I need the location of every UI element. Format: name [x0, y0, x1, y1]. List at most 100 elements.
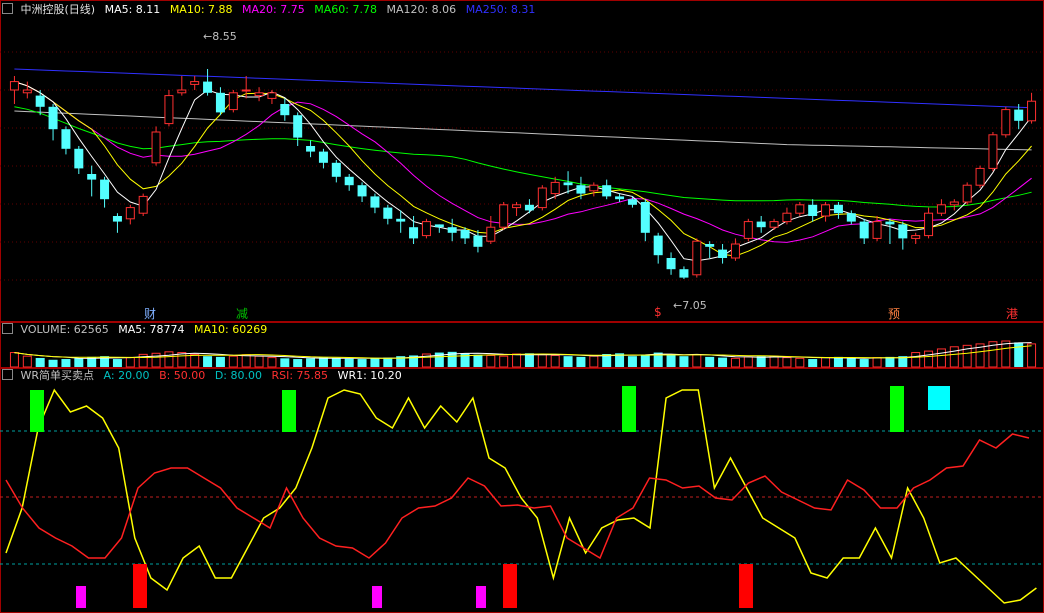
candle-body	[821, 204, 831, 217]
candle-body	[859, 221, 869, 239]
volume-bar	[924, 350, 934, 368]
panel-toggle-icon[interactable]	[2, 3, 13, 14]
minor-signal-block	[372, 586, 382, 608]
volume-bar	[756, 356, 766, 367]
signal-block	[928, 386, 950, 410]
candle-body	[460, 230, 470, 239]
volume-bar	[125, 357, 135, 368]
volume-bar	[885, 356, 895, 367]
candle-body	[898, 224, 908, 239]
sell-signal-block	[503, 564, 517, 608]
candle-body	[936, 204, 946, 214]
event-marker-jian[interactable]: 减	[236, 305, 248, 322]
volume-bar	[627, 356, 637, 367]
event-marker-cai[interactable]: 财	[144, 305, 156, 322]
volume-bar	[524, 353, 534, 367]
candle-body	[293, 115, 303, 138]
candle-body	[100, 179, 110, 200]
volume-bar	[473, 354, 483, 367]
volume-bar	[949, 346, 959, 368]
vol-ma10-label: MA10: 60269	[193, 323, 268, 336]
volume-bar	[486, 354, 496, 368]
candle-body	[975, 167, 985, 186]
event-marker-gang[interactable]: 港	[1006, 305, 1018, 322]
volume-bar	[589, 355, 599, 368]
price-panel[interactable]: 中洲控股(日线) MA5: 8.11 MA10: 7.88 MA20: 7.75…	[0, 0, 1044, 322]
wr-a-label: A: 20.00	[103, 369, 150, 382]
wr1-label: WR1: 10.20	[337, 369, 402, 382]
volume-bar	[537, 354, 547, 368]
volume-bar	[808, 359, 818, 367]
candle-body	[473, 235, 483, 247]
volume-bar	[666, 354, 676, 367]
candle-body	[177, 89, 187, 94]
wr-panel[interactable]: WR简单买卖点 A: 20.00 B: 50.00 D: 80.00 RSI: …	[0, 368, 1044, 613]
volume-bar	[318, 357, 328, 367]
wr-b-label: B: 50.00	[159, 369, 206, 382]
volume-bar	[344, 358, 354, 367]
candle-body	[1027, 100, 1037, 122]
candle-body	[924, 212, 934, 237]
volume-panel[interactable]: VOLUME: 62565 MA5: 78774 MA10: 60269	[0, 322, 1044, 368]
volume-bar	[705, 356, 715, 367]
candle-body	[666, 258, 676, 270]
wr-title: WR简单买卖点	[20, 369, 95, 382]
volume-bar	[911, 352, 921, 368]
ma10-label: MA10: 7.88	[169, 3, 233, 16]
candle-body	[164, 95, 174, 125]
candle-body	[550, 181, 560, 195]
wr1-line	[5, 388, 1037, 604]
wr-chart[interactable]	[0, 368, 1044, 613]
candle-body	[22, 89, 32, 94]
volume-bar	[254, 355, 264, 368]
candle-body	[1014, 109, 1024, 121]
candle-body	[409, 227, 419, 239]
event-marker-yu[interactable]: 预	[888, 305, 900, 322]
candle-body	[383, 207, 393, 219]
wr-toggle-icon[interactable]	[2, 369, 13, 380]
candle-body	[87, 174, 97, 180]
volume-bar	[821, 357, 831, 368]
candle-body	[9, 81, 19, 91]
candle-body	[447, 227, 457, 233]
candle-body	[962, 184, 972, 203]
candle-body	[486, 226, 496, 242]
candle-body	[692, 240, 702, 276]
wr-panel-border	[0, 368, 1044, 613]
volume-label: VOLUME: 62565	[20, 323, 109, 336]
candle-body	[125, 207, 135, 220]
volume-bar	[679, 356, 689, 367]
volume-bar	[35, 357, 45, 367]
volume-bar	[370, 358, 380, 367]
candle-body	[241, 89, 251, 92]
ma20-label: MA20: 7.75	[242, 3, 305, 16]
candle-body	[589, 184, 599, 192]
volume-toggle-icon[interactable]	[2, 323, 13, 334]
volume-bar	[730, 357, 740, 368]
high-price-label: ←8.55	[203, 30, 237, 43]
volume-bar	[190, 353, 200, 368]
candle-body	[885, 221, 895, 225]
candle-body	[730, 243, 740, 259]
candle-body	[602, 185, 612, 197]
candle-body	[190, 81, 200, 85]
volume-bar	[743, 356, 753, 368]
price-chart[interactable]	[0, 0, 1044, 322]
candle-body	[254, 92, 264, 97]
volume-bar	[331, 357, 341, 367]
volume-bar	[872, 357, 882, 368]
candle-body	[563, 182, 573, 186]
wr-d-label: D: 80.00	[214, 369, 262, 382]
candle-body	[203, 81, 213, 93]
volume-bar	[306, 358, 316, 367]
ma120-label: MA120: 8.06	[386, 3, 457, 16]
price-header: 中洲控股(日线) MA5: 8.11 MA10: 7.88 MA20: 7.75…	[2, 3, 541, 17]
candle-body	[306, 146, 316, 152]
candle-body	[215, 92, 225, 113]
volume-bar	[280, 358, 290, 367]
candle-body	[911, 235, 921, 239]
event-marker-dollar[interactable]: $	[654, 305, 662, 319]
candle-body	[988, 134, 998, 169]
ma5-label: MA5: 8.11	[104, 3, 161, 16]
volume-bar	[640, 354, 650, 367]
